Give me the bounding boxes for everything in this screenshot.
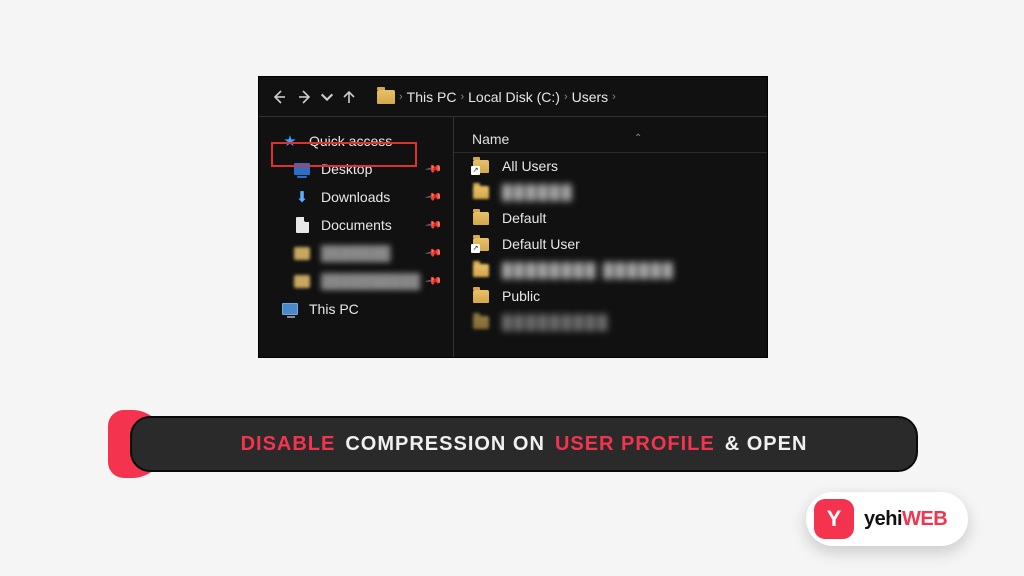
pin-icon: 📌	[425, 160, 444, 179]
caption-word: USER PROFILE	[555, 433, 715, 456]
folder-icon	[473, 212, 489, 225]
list-item[interactable]: ████████ ██████	[454, 257, 767, 283]
shortcut-overlay-icon: ↗	[471, 166, 480, 175]
file-name: Default	[502, 210, 546, 226]
pin-icon: 📌	[425, 272, 444, 291]
address-bar[interactable]: › This PC › Local Disk (C:) › Users ›	[377, 89, 616, 105]
file-list: Name ⌃ ↗ All Users ██████ Default ↗ Defa…	[454, 117, 767, 357]
pin-icon: 📌	[425, 216, 444, 235]
sidebar-item-documents[interactable]: Documents 📌	[259, 211, 453, 239]
folder-icon	[377, 90, 395, 104]
folder-icon: ↗	[473, 238, 489, 251]
list-item[interactable]: Default	[454, 205, 767, 231]
arrow-up-icon	[341, 89, 357, 105]
caption-banner: DISABLE COMPRESSION ON USER PROFILE & OP…	[108, 410, 918, 478]
pin-icon: 📌	[425, 188, 444, 207]
file-name: ██████	[502, 184, 574, 200]
caption-text-bar: DISABLE COMPRESSION ON USER PROFILE & OP…	[130, 416, 918, 472]
folder-icon: ↗	[473, 160, 489, 173]
navigation-bar: › This PC › Local Disk (C:) › Users ›	[259, 77, 767, 117]
file-name: All Users	[502, 158, 558, 174]
pin-icon: 📌	[425, 244, 444, 263]
breadcrumb-users[interactable]: Users	[572, 89, 609, 105]
list-item[interactable]: Public	[454, 283, 767, 309]
folder-icon	[473, 290, 489, 303]
file-name: ████████ ██████	[502, 262, 675, 278]
sidebar-item-blurred[interactable]: ███████ 📌	[259, 239, 453, 267]
column-header-name[interactable]: Name ⌃	[454, 125, 767, 153]
sidebar-item-label: This PC	[309, 301, 359, 317]
sidebar-item-label: Quick access	[309, 133, 392, 149]
list-item[interactable]: ↗ All Users	[454, 153, 767, 179]
chevron-right-icon: ›	[460, 91, 464, 103]
list-item-highlighted[interactable]: ██████	[454, 179, 767, 205]
sidebar-item-label: Documents	[321, 217, 392, 233]
up-button[interactable]	[337, 85, 361, 109]
sidebar-item-this-pc[interactable]: This PC	[259, 295, 453, 323]
sidebar-item-blurred[interactable]: ██████████ 📌	[259, 267, 453, 295]
breadcrumb-local-disk[interactable]: Local Disk (C:)	[468, 89, 560, 105]
arrow-right-icon	[297, 89, 313, 105]
star-icon: ★	[281, 133, 299, 149]
brand-logo: Y yehiWEB	[806, 492, 968, 546]
sidebar-item-label: Desktop	[321, 161, 372, 177]
caption-word: DISABLE	[241, 433, 336, 456]
folder-icon	[294, 275, 310, 288]
file-name: Default User	[502, 236, 580, 252]
chevron-down-icon	[319, 89, 335, 105]
file-explorer-window: › This PC › Local Disk (C:) › Users › ★ …	[258, 76, 768, 358]
folder-icon	[473, 264, 489, 277]
sidebar-item-desktop[interactable]: Desktop 📌	[259, 155, 453, 183]
back-button[interactable]	[267, 85, 291, 109]
sidebar-item-label: Downloads	[321, 189, 390, 205]
sort-indicator-icon: ⌃	[634, 133, 642, 144]
explorer-body: ★ Quick access Desktop 📌 ⬇ Downloads 📌 D…	[259, 117, 767, 357]
folder-icon	[473, 186, 489, 199]
logo-text: yehiWEB	[864, 508, 947, 531]
sidebar-item-quick-access[interactable]: ★ Quick access	[259, 127, 453, 155]
sidebar-item-downloads[interactable]: ⬇ Downloads 📌	[259, 183, 453, 211]
sidebar-item-label: ███████	[321, 245, 390, 261]
arrow-left-icon	[271, 89, 287, 105]
download-icon: ⬇	[293, 189, 311, 205]
computer-icon	[282, 303, 298, 315]
list-item[interactable]: █████████	[454, 309, 767, 335]
chevron-right-icon: ›	[564, 91, 568, 103]
chevron-right-icon: ›	[612, 91, 616, 103]
shortcut-overlay-icon: ↗	[471, 244, 480, 253]
recent-locations-button[interactable]	[319, 85, 335, 109]
breadcrumb-this-pc[interactable]: This PC	[407, 89, 457, 105]
folder-icon	[473, 316, 489, 329]
chevron-right-icon: ›	[399, 91, 403, 103]
caption-word: & OPEN	[725, 433, 808, 456]
list-item[interactable]: ↗ Default User	[454, 231, 767, 257]
logo-badge-icon: Y	[814, 499, 854, 539]
file-name: █████████	[502, 314, 609, 330]
desktop-icon	[294, 163, 310, 175]
caption-word: COMPRESSION ON	[345, 433, 545, 456]
document-icon	[296, 217, 309, 233]
forward-button[interactable]	[293, 85, 317, 109]
folder-icon	[294, 247, 310, 260]
sidebar-item-label: ██████████	[321, 273, 420, 289]
navigation-pane: ★ Quick access Desktop 📌 ⬇ Downloads 📌 D…	[259, 117, 454, 357]
file-name: Public	[502, 288, 540, 304]
